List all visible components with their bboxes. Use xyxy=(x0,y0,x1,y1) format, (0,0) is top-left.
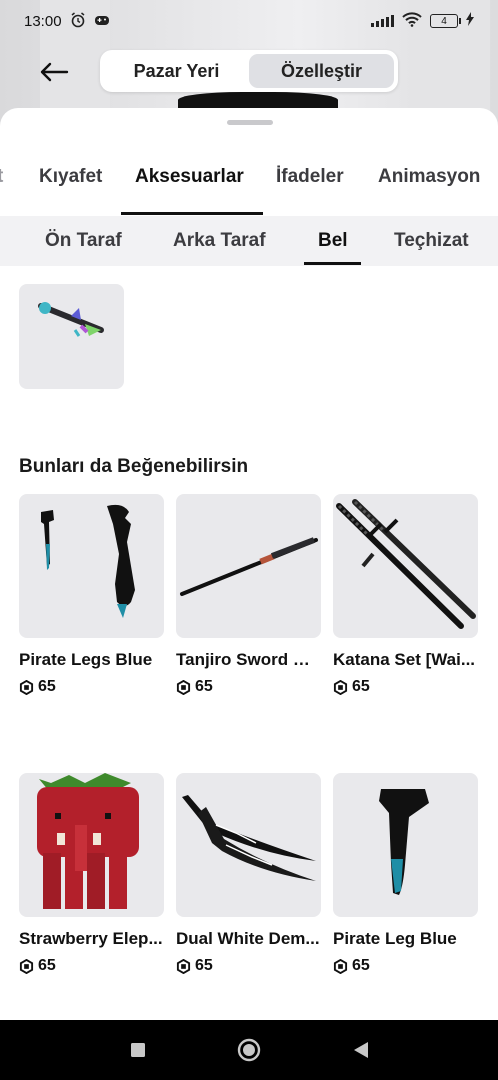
customize-sheet: t Kıyafet Aksesuarlar İfadeler Animasyon… xyxy=(0,108,498,1020)
item-thumbnail xyxy=(176,494,321,638)
item-price-value: 65 xyxy=(352,957,370,974)
tab-aksesuarlar[interactable]: Aksesuarlar xyxy=(135,166,244,188)
signal-icon xyxy=(371,15,394,27)
mode-segmented-control: Pazar Yeri Özelleştir xyxy=(100,50,398,92)
subtab-bel[interactable]: Bel xyxy=(318,230,348,252)
item-price: 65 xyxy=(333,678,478,696)
home-circle-icon xyxy=(237,1038,261,1062)
item-name: Tanjiro Sword ⧉ ... xyxy=(176,650,321,669)
status-bar: 13:00 4 xyxy=(0,0,498,42)
recommendations-title: Bunları da Beğenebilirsin xyxy=(19,456,249,477)
back-arrow-icon xyxy=(40,62,69,82)
subcategory-tabs: Ön Taraf Arka Taraf Bel Teçhizat xyxy=(0,216,498,266)
category-tabs: t Kıyafet Aksesuarlar İfadeler Animasyon xyxy=(0,154,498,216)
active-subtab-indicator xyxy=(304,262,361,265)
tab-kiyafet[interactable]: Kıyafet xyxy=(39,166,102,188)
subtab-on-taraf[interactable]: Ön Taraf xyxy=(45,230,122,252)
robux-icon xyxy=(19,958,34,974)
active-tab-indicator xyxy=(121,212,263,215)
sheet-drag-handle[interactable] xyxy=(227,120,273,125)
item-price-value: 65 xyxy=(195,957,213,974)
item-price: 65 xyxy=(176,678,321,696)
item-price-value: 65 xyxy=(352,678,370,695)
item-name: Strawberry Elep... xyxy=(19,929,163,948)
tab-ifadeler[interactable]: İfadeler xyxy=(276,166,344,188)
robux-icon xyxy=(19,679,34,695)
tab-animasyon[interactable]: Animasyon xyxy=(378,166,480,188)
item-price: 65 xyxy=(176,957,321,975)
item-thumbnail xyxy=(19,773,164,917)
item-price-value: 65 xyxy=(38,957,56,974)
subtab-techizat[interactable]: Teçhizat xyxy=(394,230,469,252)
item-name: Pirate Legs Blue xyxy=(19,650,153,669)
item-card[interactable]: Pirate Legs Blue 65 xyxy=(19,494,164,696)
robux-icon xyxy=(176,679,191,695)
item-card[interactable]: Pirate Leg Blue 65 xyxy=(333,773,478,975)
item-name: Katana Set [Wai... xyxy=(333,650,476,669)
item-card[interactable]: Dual White Dem... 65 xyxy=(176,773,321,975)
owned-item-tile[interactable] xyxy=(19,284,124,389)
subtab-arka-taraf[interactable]: Arka Taraf xyxy=(173,230,266,252)
robux-icon xyxy=(333,958,348,974)
battery-level: 4 xyxy=(441,15,447,27)
item-thumbnail xyxy=(19,494,164,638)
robux-icon xyxy=(176,958,191,974)
item-price-value: 65 xyxy=(38,678,56,695)
item-card[interactable]: Tanjiro Sword ⧉ ... 65 xyxy=(176,494,321,696)
item-name: Pirate Leg Blue xyxy=(333,929,457,948)
battery-icon: 4 xyxy=(430,14,461,28)
segment-ozellestir[interactable]: Özelleştir xyxy=(249,54,394,88)
item-price: 65 xyxy=(333,957,478,975)
item-thumbnail xyxy=(333,773,478,917)
item-price: 65 xyxy=(19,957,164,975)
segment-pazar-yeri[interactable]: Pazar Yeri xyxy=(104,54,249,88)
recents-square-icon xyxy=(131,1043,145,1057)
back-nav-button[interactable] xyxy=(349,1038,373,1062)
status-time: 13:00 xyxy=(24,12,62,30)
wifi-icon xyxy=(402,11,422,31)
home-button[interactable] xyxy=(237,1038,261,1062)
system-navigation-bar xyxy=(0,1020,498,1080)
item-price-value: 65 xyxy=(195,678,213,695)
back-button[interactable] xyxy=(34,52,74,92)
charging-icon xyxy=(466,12,474,30)
bel-accessory-icon xyxy=(38,302,104,337)
back-triangle-icon xyxy=(354,1042,368,1058)
alarm-icon xyxy=(70,11,86,31)
item-price: 65 xyxy=(19,678,164,696)
item-thumbnail xyxy=(176,773,321,917)
game-controller-icon xyxy=(94,13,110,30)
item-card[interactable]: Katana Set [Wai... 65 xyxy=(333,494,478,696)
item-name: Dual White Dem... xyxy=(176,929,320,948)
recents-button[interactable] xyxy=(126,1038,150,1062)
item-thumbnail xyxy=(333,494,478,638)
item-card[interactable]: Strawberry Elep... 65 xyxy=(19,773,164,975)
robux-icon xyxy=(333,679,348,695)
tab-partial[interactable]: t xyxy=(0,166,3,188)
